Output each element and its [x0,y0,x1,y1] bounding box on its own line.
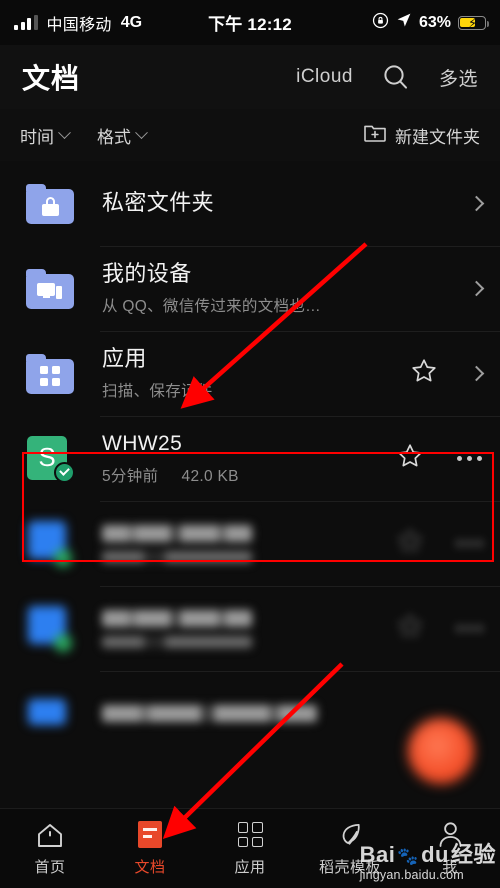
star-icon[interactable] [397,443,423,474]
list-item-title: 应用 [102,345,147,371]
header-actions: iCloud 多选 [296,62,478,92]
status-bar-right: 63% ⚡ [372,12,490,34]
icloud-button[interactable]: iCloud [296,66,353,88]
sort-label: 时间 [20,127,54,147]
blurred-file-icon [22,516,78,572]
multiselect-button[interactable]: 多选 [439,64,478,91]
list-item-text [102,524,397,563]
carrier-label: 中国移动 [46,16,112,34]
list-item-text: 应用 扫描、保存证件 [102,346,411,401]
nav-label-documents: 文档 [134,858,166,876]
more-options-icon[interactable] [457,541,482,546]
apps-grid-icon [237,821,263,849]
filter-bar: 时间 格式 新建文件夹 [0,109,500,161]
nav-item-documents[interactable]: 文档 [100,809,200,888]
list-item-subtitle [102,550,252,563]
list-item-text: WHW25 5分钟前 42.0 KB [102,431,397,485]
app-header: 文档 iCloud 多选 [0,45,500,109]
chevron-right-icon[interactable] [468,365,485,382]
more-options-icon[interactable] [457,456,482,461]
blurred-file-icon [22,601,78,657]
document-icon [138,821,162,849]
nav-item-apps[interactable]: 应用 [200,809,300,888]
nav-label-templates: 稻壳模板 [318,858,381,876]
page-title: 文档 [22,63,81,94]
person-icon [438,821,463,849]
file-modified-time: 5分钟前 [102,467,159,485]
list-item-actions [397,613,482,644]
file-list: 私密文件夹 我的设备 从 QQ、微信传过来的文档也… 应用 扫描、保存证件 S … [0,161,500,756]
search-icon[interactable] [381,62,411,92]
phone-screen: 中国移动 4G 下午 12:12 63% ⚡ 文档 iCloud 多选 时间 格… [0,0,500,888]
status-bar-left: 中国移动 4G [14,11,142,35]
spreadsheet-file-icon: S [22,431,78,487]
list-item-actions [468,280,485,297]
list-item-title: WHW25 [102,432,183,456]
list-item-actions [411,358,485,389]
list-item-text: 我的设备 从 QQ、微信传过来的文档也… [102,261,471,316]
nav-item-templates[interactable]: 稻壳模板 [300,809,400,888]
leaf-icon [337,821,364,849]
nav-label-apps: 应用 [234,858,266,876]
clock-label: 下午 12:12 [208,15,292,34]
list-item-title: 我的设备 [102,260,192,286]
star-icon[interactable] [411,358,437,389]
list-item-title: 私密文件夹 [102,190,215,216]
list-item-meta: 5分钟前 42.0 KB [102,464,397,486]
list-item[interactable] [0,501,500,586]
chevron-right-icon[interactable] [468,195,485,212]
folder-devices-icon [22,261,78,317]
format-label: 格式 [97,127,131,147]
list-item-subtitle [102,635,252,648]
list-item-text [102,705,482,722]
folder-plus-icon [364,123,386,147]
star-icon[interactable] [397,528,423,559]
status-bar: 中国移动 4G 下午 12:12 63% ⚡ [0,0,500,45]
list-item-apps[interactable]: 应用 扫描、保存证件 [0,331,500,416]
chevron-down-icon [135,125,148,139]
sort-by-time-dropdown[interactable]: 时间 [20,123,71,148]
file-size: 42.0 KB [181,467,239,485]
new-folder-label: 新建文件夹 [395,127,480,147]
star-icon[interactable] [397,613,423,644]
list-item-text [102,609,397,648]
rotation-lock-icon [372,12,389,34]
bottom-navigation-bar: 首页 文档 应用 稻壳模板 我 [0,808,500,888]
chevron-right-icon[interactable] [468,280,485,297]
chevron-down-icon [58,125,71,139]
list-item-private-folder[interactable]: 私密文件夹 [0,161,500,246]
list-item-actions [397,528,482,559]
list-item[interactable] [0,586,500,671]
battery-percent-label: 63% [418,13,451,31]
nav-label-home: 首页 [34,858,66,876]
nav-item-home[interactable]: 首页 [0,809,100,888]
sync-check-badge-icon [54,461,75,483]
list-item-actions [397,443,482,474]
nav-label-profile: 我 [442,858,458,876]
list-item-whw25[interactable]: S WHW25 5分钟前 42.0 KB [0,416,500,501]
location-arrow-icon [396,12,412,33]
list-item-title [102,705,317,722]
filter-format-dropdown[interactable]: 格式 [97,123,148,148]
home-icon [36,821,64,849]
list-item-subtitle: 扫描、保存证件 [102,383,213,401]
list-item-subtitle: 从 QQ、微信传过来的文档也… [102,298,321,316]
folder-lock-icon [22,176,78,232]
list-item-title [102,609,252,627]
list-item-actions [468,195,485,212]
new-folder-button[interactable]: 新建文件夹 [364,123,480,148]
more-options-icon[interactable] [457,626,482,631]
blurred-file-icon [22,686,78,742]
battery-charging-icon: ⚡ [458,15,490,30]
folder-apps-icon [22,346,78,402]
nav-item-profile[interactable]: 我 [400,809,500,888]
list-item-title [102,524,252,542]
new-document-fab[interactable] [408,718,474,784]
list-item-text: 私密文件夹 [102,190,471,216]
list-item-my-devices[interactable]: 我的设备 从 QQ、微信传过来的文档也… [0,246,500,331]
network-type-label: 4G [120,13,143,31]
signal-bars-icon [14,15,38,30]
